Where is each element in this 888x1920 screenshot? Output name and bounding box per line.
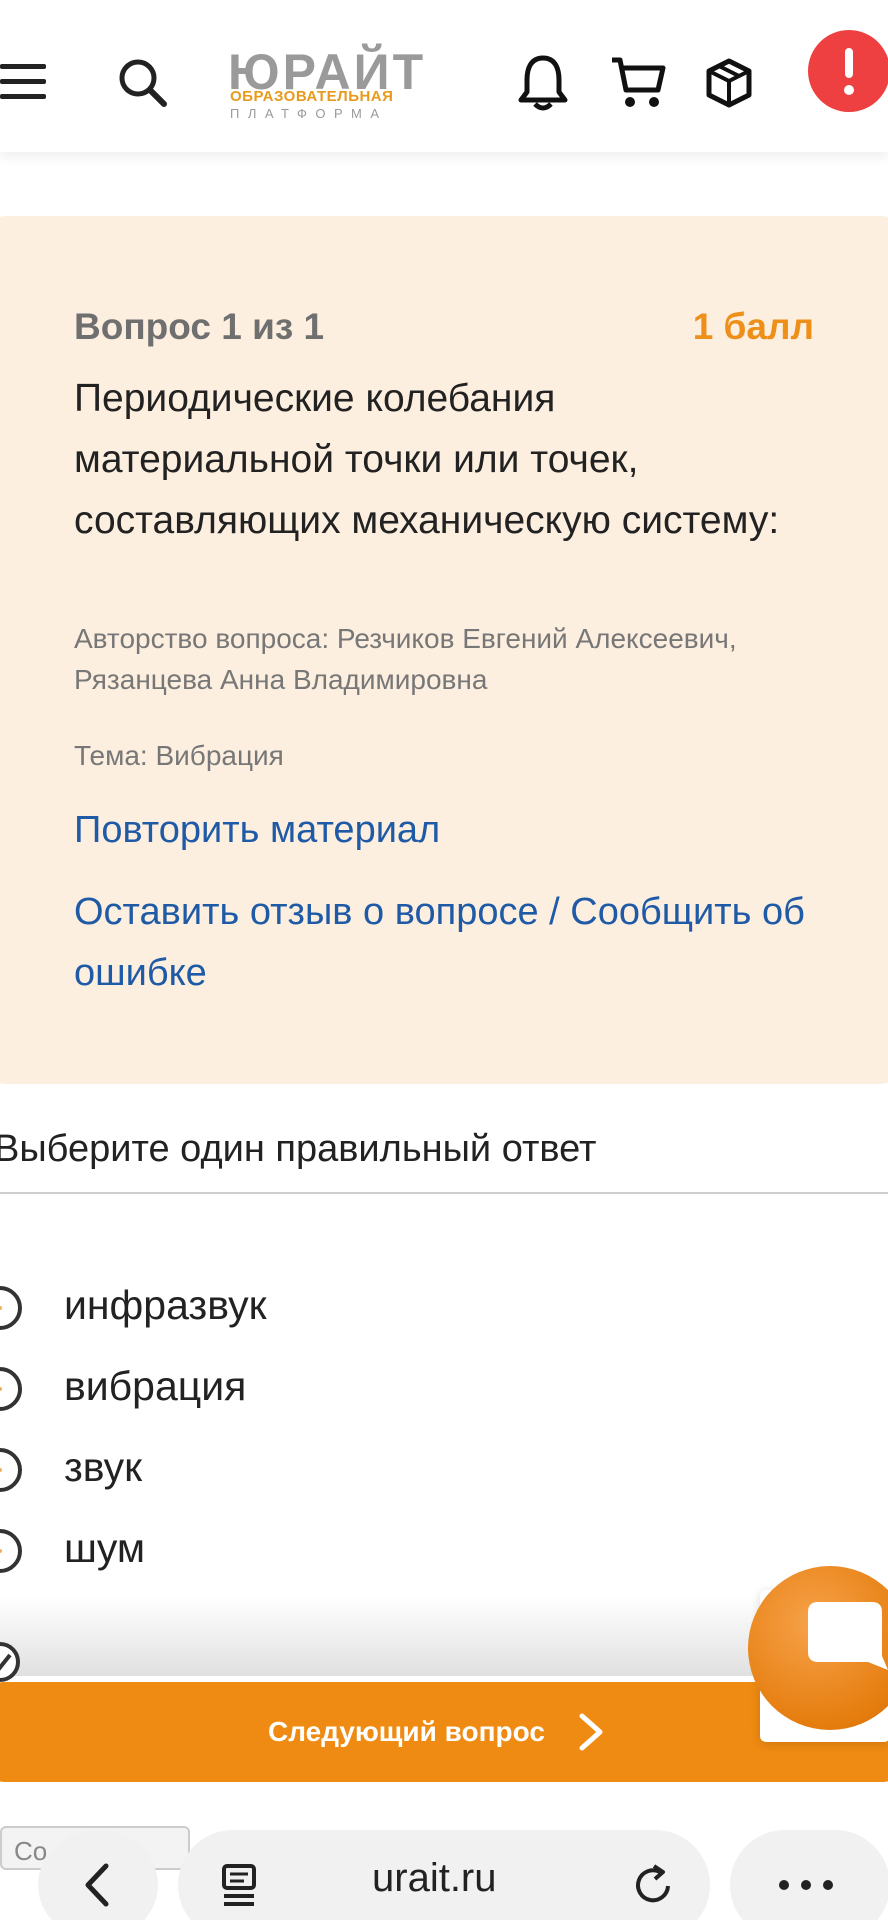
question-points: 1 балл: [692, 306, 814, 347]
repeat-material-link[interactable]: Повторить материал: [74, 800, 834, 861]
top-header: ЮРАЙТ ОБРАЗОВАТЕЛЬНАЯ ПЛАТФОРМА: [0, 0, 888, 152]
back-button[interactable]: [38, 1830, 158, 1920]
answer-label: инфразвук: [64, 1282, 267, 1328]
radio-button[interactable]: [0, 1448, 22, 1492]
question-number: Вопрос 1 из 1: [74, 306, 325, 347]
urait-logo[interactable]: ЮРАЙТ ОБРАЗОВАТЕЛЬНАЯ ПЛАТФОРМА: [228, 44, 438, 124]
alert-icon: [844, 48, 854, 95]
chevron-left-icon: [85, 1863, 109, 1907]
answer-option[interactable]: звук: [0, 1438, 500, 1498]
answer-label: вибрация: [64, 1363, 247, 1409]
check-circle-icon[interactable]: [0, 1640, 22, 1684]
search-icon[interactable]: [118, 58, 168, 108]
answer-option[interactable]: шум: [0, 1519, 500, 1579]
menu-icon[interactable]: [0, 62, 46, 102]
answer-option[interactable]: инфразвук: [0, 1276, 500, 1336]
bell-icon[interactable]: [518, 54, 568, 112]
next-question-label: Следующий вопрос: [268, 1716, 545, 1747]
reader-icon[interactable]: [218, 1862, 264, 1908]
reload-icon[interactable]: [630, 1862, 676, 1908]
chevron-right-icon: [579, 1713, 603, 1751]
cart-icon[interactable]: [610, 56, 666, 110]
logo-subtitle-bottom: ПЛАТФОРМА: [230, 106, 388, 121]
answer-label: шум: [64, 1525, 146, 1571]
answer-label: звук: [64, 1444, 143, 1490]
radio-button[interactable]: [0, 1367, 22, 1411]
cube-icon[interactable]: [706, 58, 752, 108]
feedback-link[interactable]: Оставить отзыв о вопросе / Сообщить об о…: [74, 882, 834, 1004]
question-authors: Авторство вопроса: Резчиков Евгений Алек…: [74, 623, 737, 695]
more-dots-icon: [779, 1880, 833, 1890]
divider: [0, 1192, 888, 1194]
more-menu-button[interactable]: [730, 1830, 888, 1920]
question-text: Периодические колебания материальной точ…: [74, 377, 780, 542]
answers-title: Выберите один правильный ответ: [0, 1128, 597, 1170]
radio-button[interactable]: [0, 1529, 22, 1573]
chat-button[interactable]: [748, 1566, 888, 1730]
answer-option[interactable]: вибрация: [0, 1357, 500, 1417]
url-text: urait.ru: [372, 1856, 497, 1900]
question-topic: Тема: Вибрация: [74, 740, 284, 771]
alert-button[interactable]: [808, 30, 888, 112]
logo-subtitle-top: ОБРАЗОВАТЕЛЬНАЯ: [230, 88, 394, 105]
chat-bubble-icon: [808, 1602, 888, 1670]
radio-button[interactable]: [0, 1286, 22, 1330]
